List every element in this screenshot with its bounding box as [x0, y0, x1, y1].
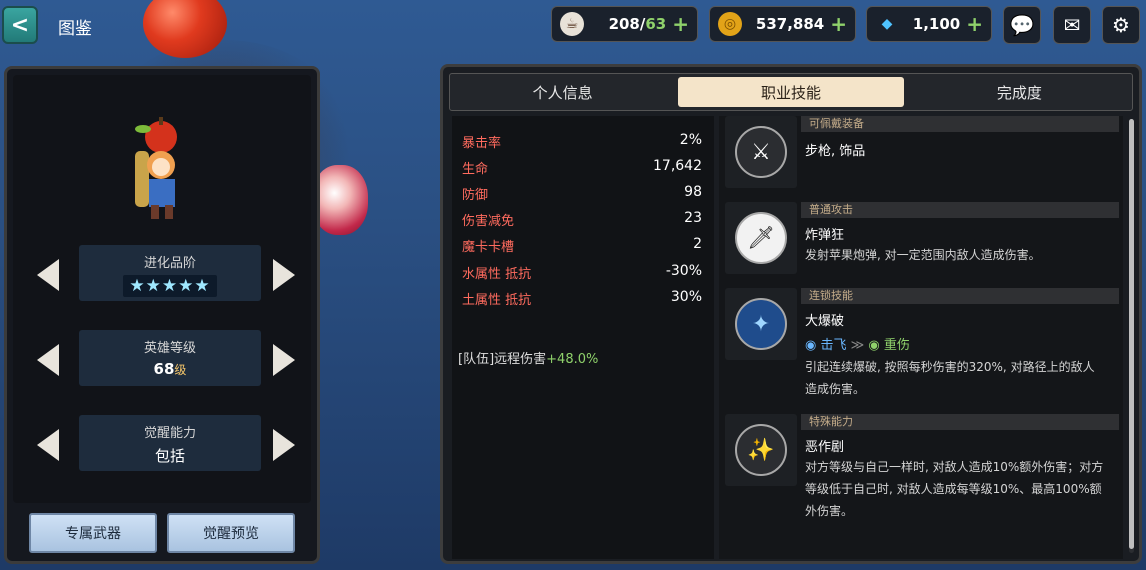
- awaken-box: 觉醒能力 包括: [79, 415, 261, 471]
- diamond-icon: ◆: [881, 16, 893, 32]
- next-evolution-arrow[interactable]: [273, 259, 295, 291]
- mail-button[interactable]: ✉: [1053, 6, 1091, 44]
- coffee-cup-icon: ☕: [560, 12, 584, 36]
- skill-title: 步枪, 饰品: [805, 144, 866, 159]
- evolution-box: 进化品阶 ★★★★★: [79, 245, 261, 301]
- evolution-stars: ★★★★★: [123, 275, 217, 297]
- chain-burst-icon: ✦: [735, 298, 787, 350]
- stat-row: 魔卡卡槽 2: [462, 236, 702, 255]
- chat-bubble-icon: 💬: [1009, 13, 1035, 37]
- sword-shield-icon: ⚔: [735, 126, 787, 178]
- gold-value: 537,884: [755, 15, 825, 33]
- back-button[interactable]: <: [2, 6, 38, 44]
- skill-category: 特殊能力: [801, 414, 1119, 430]
- skill-description: 对方等级与自己一样时, 对敌人造成10%额外伤害；对方等级低于自己时, 对敌人造…: [805, 460, 1104, 518]
- info-panel: 个人信息 职业技能 完成度 暴击率 2% 生命 17,642 防御 98 伤害减免 23…: [440, 64, 1142, 564]
- skill-title: 大爆破: [805, 314, 845, 329]
- awaken-preview-button[interactable]: 觉醒预览: [167, 513, 295, 553]
- gear-icon: ⚙: [1112, 13, 1130, 37]
- sparkle-icon: ✨: [735, 424, 787, 476]
- gold-coin-icon: ◎: [718, 12, 742, 36]
- stamina-value: 208/63: [608, 15, 667, 33]
- prev-awaken-arrow[interactable]: [37, 429, 59, 461]
- scrollbar-thumb[interactable]: [1129, 119, 1134, 549]
- awaken-label: 觉醒能力: [143, 426, 196, 441]
- next-awaken-arrow[interactable]: [273, 429, 295, 461]
- tab-class-skills[interactable]: 职业技能: [678, 77, 904, 107]
- level-label: 英雄等级: [143, 341, 196, 356]
- add-stamina-button[interactable]: +: [672, 12, 689, 36]
- skill-category: 普通攻击: [801, 202, 1119, 218]
- team-bonus: [队伍]远程伤害+48.0%: [458, 352, 599, 367]
- skills-scrollbar[interactable]: [1129, 119, 1134, 553]
- prev-level-arrow[interactable]: [37, 344, 59, 376]
- equipment-icon-box: ⚔: [725, 116, 797, 188]
- stats-list: 暴击率 2% 生命 17,642 防御 98 伤害减免 23 魔卡卡槽 2 水属性 抵抗 -…: [452, 116, 714, 559]
- stat-row: 伤害减免 23: [462, 210, 702, 229]
- envelope-icon: ✉: [1063, 13, 1081, 37]
- hero-display: 进化品阶 ★★★★★ 英雄等级 68级 觉醒能力 包括: [13, 75, 311, 503]
- level-value: 68级: [153, 360, 187, 378]
- stat-row: 暴击率 2%: [462, 132, 702, 151]
- skill-category: 可佩戴装备: [801, 116, 1119, 132]
- add-gold-button[interactable]: +: [830, 12, 847, 36]
- page-title: 图鉴: [58, 19, 92, 39]
- apple-decoration: [312, 165, 368, 235]
- awaken-value: 包括: [154, 447, 185, 465]
- sword-icon: 🗡: [735, 212, 787, 264]
- gem-value: 1,100: [912, 15, 961, 33]
- chain-skill-icon-box[interactable]: ✦: [725, 288, 797, 360]
- chat-button[interactable]: 💬: [1003, 6, 1041, 44]
- chevron-left-icon: <: [10, 12, 30, 38]
- next-level-arrow[interactable]: [273, 344, 295, 376]
- gem-counter: ◆ 1,100 +: [866, 6, 992, 42]
- skill-description: 引起连续爆破, 按照每秒伤害的320%, 对路径上的敌人造成伤害。: [805, 360, 1095, 396]
- stamina-counter: ☕ 208/63 +: [551, 6, 698, 42]
- normal-attack-icon-box[interactable]: 🗡: [725, 202, 797, 274]
- stat-row: 土属性 抵抗 30%: [462, 289, 702, 308]
- add-gems-button[interactable]: +: [966, 12, 983, 36]
- skill-description: 发射苹果炮弹, 对一定范围内敌人造成伤害。: [805, 248, 1041, 262]
- skill-title: 炸弹狂: [805, 228, 845, 243]
- special-skill-icon-box[interactable]: ✨: [725, 414, 797, 486]
- stat-row: 水属性 抵抗 -30%: [462, 263, 702, 282]
- level-box: 英雄等级 68级: [79, 330, 261, 386]
- prev-evolution-arrow[interactable]: [37, 259, 59, 291]
- stat-row: 生命 17,642: [462, 158, 702, 177]
- hero-panel: 进化品阶 ★★★★★ 英雄等级 68级 觉醒能力 包括 专属武器 觉醒预览: [4, 66, 320, 564]
- skills-list: 可佩戴装备 ⚔ 步枪, 饰品 普通攻击 🗡 炸弹狂 发射苹果炮弹, 对一定范围内…: [719, 116, 1123, 559]
- skill-title: 恶作剧: [805, 440, 845, 455]
- settings-button[interactable]: ⚙: [1102, 6, 1140, 44]
- stat-row: 防御 98: [462, 184, 702, 203]
- chain-tags: ◉ 击飞 ≫ ◉ 重伤: [805, 338, 910, 353]
- gold-counter: ◎ 537,884 +: [709, 6, 856, 42]
- skill-category: 连锁技能: [801, 288, 1119, 304]
- exclusive-weapon-button[interactable]: 专属武器: [29, 513, 157, 553]
- tab-completion[interactable]: 完成度: [907, 74, 1132, 110]
- tab-bar: 个人信息 职业技能 完成度: [449, 73, 1133, 111]
- tab-personal-info[interactable]: 个人信息: [450, 74, 675, 110]
- evolution-label: 进化品阶: [143, 256, 196, 271]
- hero-sprite: [135, 117, 177, 219]
